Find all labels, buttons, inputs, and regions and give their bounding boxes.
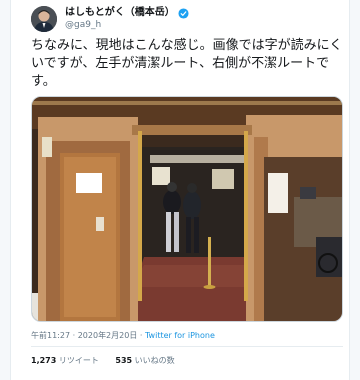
tweet-stats: 1,273 リツイート 535 いいねの数 xyxy=(31,355,189,366)
verified-badge-icon xyxy=(178,7,189,19)
likes-label: いいねの数 xyxy=(134,356,175,365)
retweets-stat[interactable]: 1,273 リツイート xyxy=(31,356,99,365)
meta-separator-2: · xyxy=(137,331,145,340)
retweets-label: リツイート xyxy=(58,356,99,365)
tweet-source[interactable]: Twitter for iPhone xyxy=(145,331,215,340)
ship-corridor-photo xyxy=(32,97,342,321)
avatar[interactable] xyxy=(31,6,57,32)
likes-stat[interactable]: 535 いいねの数 xyxy=(115,356,174,365)
display-name[interactable]: はしもとがく（橋本岳） xyxy=(65,7,175,19)
tweet-meta: 午前11:27 · 2020年2月20日 · Twitter for iPhon… xyxy=(31,330,215,341)
user-handle[interactable]: @ga9_h xyxy=(65,19,189,31)
tweet-date[interactable]: 2020年2月20日 xyxy=(78,331,138,340)
tweet-photo[interactable] xyxy=(31,96,343,322)
tweet-text: ちなみに、現地はこんな感じ。画像では字が読みにくいですが、左手が清潔ルート、右側… xyxy=(31,38,343,89)
tweet-card: はしもとがく（橋本岳） @ga9_h ちなみに、現地はこんな感じ。画像では字が読… xyxy=(10,0,350,380)
divider xyxy=(31,346,343,347)
avatar-image xyxy=(31,6,57,32)
likes-count: 535 xyxy=(115,356,133,365)
tweet-time[interactable]: 午前11:27 xyxy=(31,331,70,340)
tweet-header: はしもとがく（橋本岳） @ga9_h xyxy=(31,4,189,34)
retweets-count: 1,273 xyxy=(31,356,57,365)
meta-separator: · xyxy=(70,331,78,340)
user-names: はしもとがく（橋本岳） @ga9_h xyxy=(65,7,189,31)
